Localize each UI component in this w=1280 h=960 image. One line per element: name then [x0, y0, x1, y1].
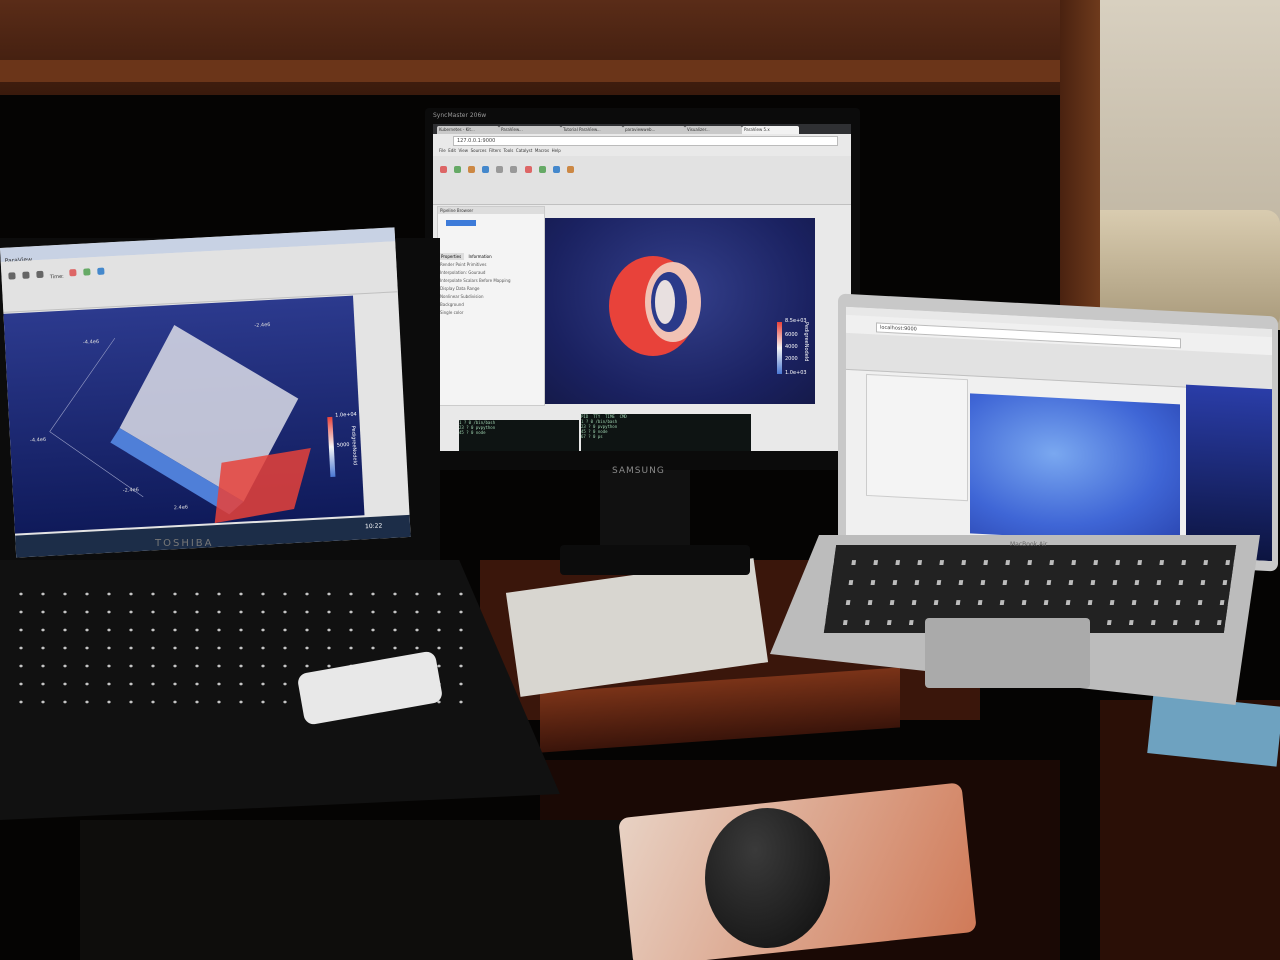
computer-mouse — [705, 808, 830, 948]
menu-item[interactable]: Filters — [489, 148, 501, 153]
toshiba-screen: ParaView Time: -4.4e6 -2.4e6 — [0, 227, 411, 558]
camera-icon[interactable] — [566, 166, 574, 173]
camera-icon[interactable] — [97, 267, 106, 275]
axis-label: 2.4e6 — [173, 504, 189, 512]
monitor-base — [560, 545, 750, 575]
tab-information[interactable]: Information — [466, 253, 495, 260]
monitor-screen: Kubernetes - Kit... ParaView... Tutorial… — [433, 124, 851, 451]
pipeline-selected-item[interactable] — [446, 220, 476, 226]
browser-tab[interactable]: Tutorial ParaView... — [561, 126, 623, 134]
browser-tab-active[interactable]: ParaView 5.x — [742, 126, 799, 134]
legend-max-label: 1.0e+04 — [335, 411, 357, 419]
time-label: Time: — [49, 273, 64, 281]
photo-scene: SyncMaster 206w SAMSUNG Kubernetes - Kit… — [0, 0, 1280, 960]
terminal-window[interactable]: PID TTY TIME CMD 1 ? 0 /bin/bash 23 ? 0 … — [581, 414, 751, 451]
hutch-shelf — [0, 60, 1080, 82]
paraview-toolbar — [433, 156, 851, 205]
axis-label: -4.4e6 — [29, 436, 47, 444]
property-item[interactable]: Interpolation: Gouraud — [440, 270, 542, 275]
filter-icon[interactable] — [83, 268, 91, 276]
menu-item[interactable]: Edit — [448, 148, 456, 153]
desktop-wallpaper — [1186, 384, 1272, 562]
property-item[interactable]: Render Point Primitives — [440, 262, 542, 267]
filter-icon[interactable] — [538, 166, 546, 173]
browser-tab[interactable]: paraviewweb... — [623, 126, 685, 134]
terminal-window[interactable]: 1 ? 0 /bin/bash 23 ? 0 pvpython 45 ? 0 n… — [459, 420, 579, 451]
menu-item[interactable]: Sources — [471, 148, 487, 153]
filter-icon[interactable] — [524, 166, 532, 173]
macbook-screen: localhost:9000 — [846, 306, 1272, 562]
property-item[interactable]: Display Data Range — [440, 286, 542, 291]
legend-tick: 2000 — [785, 356, 798, 362]
property-item[interactable]: Nonlinear Subdivision — [440, 294, 542, 299]
toshiba-brand: TOSHIBA — [155, 538, 214, 549]
browser-tab[interactable]: ParaView... — [499, 126, 561, 134]
open-icon[interactable] — [440, 166, 447, 173]
last-frame-icon[interactable] — [36, 270, 44, 279]
step-icon[interactable] — [510, 166, 518, 173]
property-item[interactable]: Single color — [440, 310, 542, 315]
panel-tabs: Properties Information — [438, 253, 544, 260]
undo-icon[interactable] — [468, 166, 476, 173]
monitor-brand: SAMSUNG — [612, 466, 665, 476]
trackpad[interactable] — [925, 618, 1090, 688]
toolbar-button-row — [433, 156, 851, 181]
play-icon[interactable] — [496, 166, 504, 173]
app-menu-bar: File Edit View Sources Filters Tools Cat… — [439, 148, 839, 153]
browser-tab[interactable]: Visualizer... — [685, 126, 742, 134]
terminal-line: 67 ? 0 ps — [581, 434, 603, 439]
menu-item[interactable]: Catalyst — [516, 148, 532, 153]
save-icon[interactable] — [454, 166, 462, 173]
menu-item[interactable]: View — [459, 148, 469, 153]
terminal-line: 45 ? 0 node — [459, 430, 486, 435]
tube-inner-highlight — [655, 280, 675, 324]
particle-render — [49, 324, 311, 524]
bounding-box-edge — [49, 337, 116, 432]
menu-item[interactable]: Macros — [535, 148, 549, 153]
terminal-column: CMD — [619, 414, 627, 419]
macbook-brand: MacBook Air — [1010, 541, 1048, 548]
first-frame-icon[interactable] — [8, 272, 16, 280]
filter-icon[interactable] — [69, 269, 77, 277]
menu-item[interactable]: Tools — [504, 148, 514, 153]
legend-tick: 4000 — [785, 344, 798, 350]
redo-icon[interactable] — [482, 166, 490, 173]
render-view[interactable]: -4.4e6 -2.4e6 -4.4e6 -2.4e6 2.4e6 1.0e+0… — [3, 295, 365, 534]
legend-title: PedigreeNodeId — [803, 322, 809, 362]
render-view[interactable] — [970, 393, 1180, 545]
legend-tick: 6000 — [785, 332, 798, 338]
left-panel — [866, 373, 968, 502]
desktop-keyboard — [80, 820, 640, 960]
address-bar[interactable]: 127.0.0.1:9000 — [453, 136, 838, 146]
browser-tab-bar: Kubernetes - Kit... ParaView... Tutorial… — [433, 124, 851, 134]
pipeline-browser-title: Pipeline Browser — [438, 207, 544, 214]
tube-render — [609, 256, 701, 356]
legend-min-label: 1.0e+03 — [785, 370, 807, 376]
browser-tab[interactable]: Kubernetes - Kit... — [437, 126, 499, 134]
play-icon[interactable] — [22, 271, 30, 279]
monitor-model-label: SyncMaster 206w — [433, 112, 487, 119]
hutch-side-panel — [1060, 0, 1100, 330]
axis-label: -4.4e6 — [82, 338, 100, 346]
tab-properties[interactable]: Properties — [438, 253, 465, 260]
color-legend-bar — [777, 322, 782, 374]
axis-label: -2.4e6 — [254, 321, 271, 329]
menu-item[interactable]: File — [439, 148, 446, 153]
legend-mid-label: 5000 — [336, 441, 350, 449]
axis-label: -2.4e6 — [122, 487, 140, 494]
left-panel: Pipeline Browser Properties Information … — [437, 206, 545, 406]
taskbar-clock: 10:22 — [364, 522, 383, 531]
camera-icon[interactable] — [552, 166, 560, 173]
property-item[interactable]: Background — [440, 302, 542, 307]
property-item[interactable]: Interpolate Scalars Before Mapping — [440, 278, 542, 283]
menu-item[interactable]: Help — [552, 148, 561, 153]
render-view[interactable]: 8.5e+03 6000 4000 2000 1.0e+03 PedigreeN… — [545, 218, 815, 404]
